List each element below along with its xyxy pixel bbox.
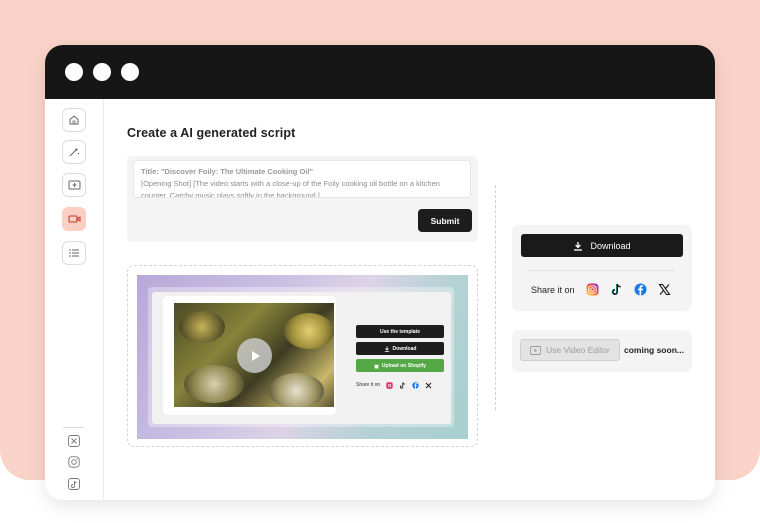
x-icon [68, 435, 80, 447]
play-button[interactable] [237, 338, 272, 373]
upload-shopify-label: Upload on Shopify [381, 362, 427, 369]
instagram-icon[interactable] [586, 283, 599, 296]
download-divider [529, 270, 675, 271]
coming-soon-text: coming soon... [624, 345, 684, 355]
share-row: Share it on [531, 283, 671, 296]
app-window: Create a AI generated script Title: "Dis… [45, 45, 715, 500]
video-editor-card: Use Video Editor coming soon... [512, 330, 692, 372]
sidebar-item-video[interactable] [62, 207, 86, 231]
facebook-icon[interactable] [634, 283, 647, 296]
download-button[interactable]: Download [521, 234, 683, 257]
use-template-label: Use the template [379, 328, 420, 335]
magic-wand-icon [69, 147, 80, 157]
use-template-button[interactable]: Use the template [356, 325, 444, 338]
prompt-body-text: [Opening Shot] [The video starts with a … [141, 179, 440, 198]
sidebar-instagram-link[interactable] [67, 455, 81, 469]
window-control-close[interactable] [65, 63, 83, 81]
x-icon[interactable] [657, 283, 671, 296]
upload-shopify-button[interactable]: Upload on Shopify [356, 359, 444, 372]
prompt-title-text: Title: "Discover Foily: The Ultimate Coo… [141, 167, 313, 176]
preview-download-button[interactable]: Download [356, 342, 444, 355]
sidebar-item-home[interactable] [62, 108, 86, 132]
sidebar-tiktok-link[interactable] [67, 477, 81, 491]
sidebar-divider [63, 427, 85, 428]
preview-content: Use the template Download Upload on Shop… [152, 292, 451, 424]
video-camera-icon [67, 215, 80, 223]
template-preview-card: Use the template Download Upload on Shop… [127, 265, 478, 447]
preview-gradient-background: Use the template Download Upload on Shop… [137, 275, 468, 439]
section-divider [495, 185, 496, 410]
instagram-icon [68, 456, 80, 468]
sidebar-item-list[interactable] [62, 241, 86, 265]
facebook-icon[interactable] [412, 381, 419, 389]
use-video-editor-button[interactable]: Use Video Editor [520, 339, 620, 361]
page-title: Create a AI generated script [127, 126, 296, 140]
instagram-icon[interactable] [386, 381, 393, 389]
window-control-maximize[interactable] [121, 63, 139, 81]
title-bar [45, 45, 715, 99]
download-icon [574, 241, 583, 251]
tiktok-icon[interactable] [399, 381, 406, 389]
submit-button[interactable]: Submit [418, 209, 472, 232]
shopify-bag-icon [374, 364, 379, 368]
tiktok-icon[interactable] [610, 283, 623, 296]
video-card [163, 296, 336, 415]
sidebar-item-add-media[interactable] [62, 173, 86, 197]
list-icon [69, 249, 79, 257]
x-icon[interactable] [425, 382, 432, 389]
tiktok-icon [68, 478, 80, 490]
share-label: Share it on [531, 284, 575, 295]
home-icon [69, 115, 79, 125]
prompt-card: Title: "Discover Foily: The Ultimate Coo… [127, 156, 478, 242]
preview-share-row: Share it on [356, 380, 432, 390]
video-thumbnail[interactable] [174, 303, 334, 407]
download-icon [384, 346, 389, 352]
video-editor-icon [530, 345, 542, 355]
sidebar-item-magic[interactable] [62, 140, 86, 164]
script-prompt-input[interactable]: Title: "Discover Foily: The Ultimate Coo… [133, 160, 471, 198]
use-video-editor-label: Use Video Editor [546, 345, 610, 355]
sidebar [45, 99, 104, 500]
download-card: Download Share it on [512, 225, 692, 311]
preview-download-label: Download [392, 345, 417, 352]
sidebar-x-link[interactable] [67, 434, 81, 448]
preview-share-label: Share it on [356, 382, 381, 388]
download-label: Download [590, 240, 631, 251]
window-control-minimize[interactable] [93, 63, 111, 81]
play-icon [251, 350, 260, 361]
add-media-icon [68, 180, 80, 190]
